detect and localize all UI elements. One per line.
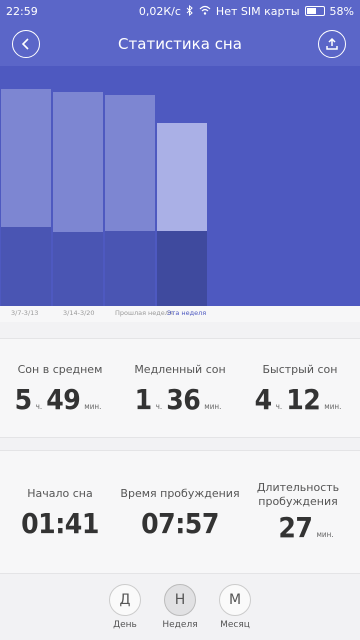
status-right: 0,02К/с Нет SIM карты 58% [138,4,354,18]
rem-sleep-label: Быстрый сон [262,363,338,376]
avg-sleep-label: Сон в среднем [17,363,103,376]
bar-segment-upper[interactable] [157,123,207,231]
wake-time-label: Время пробуждения [120,487,240,500]
wake-duration-value: 27 мин. [236,511,360,544]
share-button[interactable] [318,30,346,58]
wake-duration-label-2: пробуждения [258,495,338,508]
chart-axis: 3/7-3/13 3/14-3/20 Прошлая неделя Эта недел… [0,306,360,322]
wake-duration-minutes: 27 [278,511,313,544]
month-label: Месяц [220,620,250,630]
upload-icon [326,37,338,50]
x-tick-label: Эта неделя [167,309,207,317]
hours-unit: ч. [155,402,163,411]
deep-sleep-stat: Медленный сон 1 ч. 36 мин. [120,363,240,416]
status-bar: 22:59 0,02К/с Нет SIM карты 58% [0,0,360,22]
deep-sleep-label: Медленный сон [134,363,226,376]
app-header: Статистика сна [0,22,360,66]
sleep-times-card: Начало сна 01:41 Время пробуждения 07:57… [0,450,360,574]
day-label: День [113,620,137,630]
sleep-stats-card: Сон в среднем 5 ч. 49 мин. Медленный сон 1ч… [0,338,360,438]
period-week-button[interactable]: Н Неделя [152,584,208,630]
rem-sleep-minutes: 12 [286,383,321,416]
bluetooth-icon [186,4,194,18]
sleep-bar-chart[interactable] [0,66,360,306]
back-button[interactable] [12,30,40,58]
avg-sleep-stat: Сон в среднем 5 ч. 49 мин. [0,363,120,416]
sleep-start-label: Начало сна [27,487,93,500]
network-speed: 0,02К/с [138,4,181,18]
page-title: Статистика сна [118,35,242,53]
battery-icon [304,6,325,16]
sleep-start-time: 01:41 [21,507,99,540]
bar-segment-upper[interactable] [53,92,103,232]
week-letter[interactable]: Н [164,584,196,616]
bar-segment-lower[interactable] [53,231,103,306]
hours-unit: ч. [35,402,43,411]
rem-sleep-stat: Быстрый сон 4 ч. 12 мин. [240,363,360,416]
deep-sleep-hours: 1 [134,383,153,416]
avg-sleep-hours: 5 [14,383,33,416]
rem-sleep-value: 4 ч. 12 мин. [240,383,360,416]
status-time: 22:59 [6,4,38,18]
bar-segment-lower[interactable] [1,227,51,306]
hours-unit: ч. [275,402,283,411]
x-tick-label: Прошлая неделя [115,309,173,317]
period-selector: Д День Н Неделя М Месяц [0,576,360,640]
bar-segment-upper[interactable] [1,88,51,228]
minutes-unit: мин. [204,402,222,411]
minutes-unit: мин. [316,530,334,539]
sleep-start-value: 01:41 [0,507,120,540]
battery-percent: 58% [329,4,354,18]
sleep-start-stat: Начало сна 01:41 [0,487,120,540]
avg-sleep-value: 5 ч. 49 мин. [0,383,120,416]
deep-sleep-value: 1 ч. 36 мин. [120,383,240,416]
x-tick-label: 3/14-3/20 [63,309,95,317]
bar-segment-lower[interactable] [157,230,207,306]
wake-time-stat: Время пробуждения 07:57 [120,487,240,540]
rem-sleep-hours: 4 [254,383,273,416]
wake-duration-stat: Длительность пробуждения 27 мин. [236,481,360,544]
wake-time-value: 07:57 [120,507,240,540]
x-tick-label: 3/7-3/13 [11,309,39,317]
wake-duration-label-1: Длительность [256,481,340,494]
wake-time-time: 07:57 [141,507,219,540]
minutes-unit: мин. [324,402,342,411]
wifi-icon [199,5,211,17]
period-month-button[interactable]: М Месяц [207,584,263,630]
deep-sleep-minutes: 36 [166,383,201,416]
sim-status: Нет SIM карты [215,4,300,18]
day-letter[interactable]: Д [109,584,141,616]
week-label: Неделя [162,620,198,630]
avg-sleep-minutes: 49 [46,383,81,416]
minutes-unit: мин. [84,402,102,411]
bar-segment-lower[interactable] [105,230,155,306]
bar-segment-upper[interactable] [105,94,155,231]
chevron-left-icon [21,38,29,50]
month-letter[interactable]: М [219,584,251,616]
period-day-button[interactable]: Д День [97,584,153,630]
